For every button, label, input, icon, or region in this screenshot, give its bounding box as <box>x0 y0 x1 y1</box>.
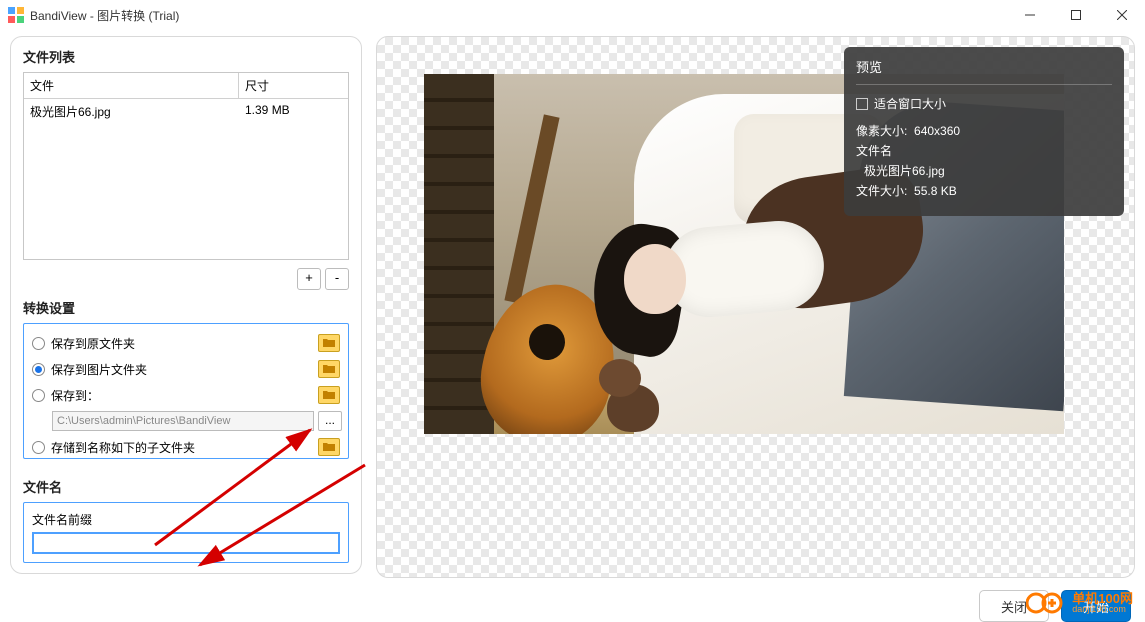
radio-save-to-label: 保存到： <box>51 387 312 404</box>
window-title: BandiView - 图片转换 (Trial) <box>30 7 179 24</box>
filesize-label: 文件大小: <box>856 184 907 198</box>
watermark: 单机100网 danji100.com <box>1026 590 1133 616</box>
file-table: 文件 尺寸 极光图片66.jpg 1.39 MB <box>23 72 349 260</box>
fit-window-checkbox[interactable] <box>856 98 868 110</box>
radio-save-to[interactable] <box>32 389 45 402</box>
filename-label: 文件名 <box>856 142 1112 159</box>
radio-subfolder[interactable] <box>32 441 45 454</box>
file-list-title: 文件列表 <box>23 47 349 66</box>
table-row[interactable]: 极光图片66.jpg 1.39 MB <box>24 99 348 124</box>
pixel-size-label: 像素大小: <box>856 124 907 138</box>
radio-save-orig-label: 保存到原文件夹 <box>51 335 312 352</box>
overlay-title: 预览 <box>856 57 1112 76</box>
radio-save-pictures[interactable] <box>32 363 45 376</box>
close-window-button[interactable] <box>1099 0 1145 30</box>
convert-settings-group: 保存到原文件夹 保存到图片文件夹 保存到： <box>23 323 349 459</box>
minimize-button[interactable] <box>1007 0 1053 30</box>
app-logo-icon <box>8 7 24 23</box>
radio-save-orig[interactable] <box>32 337 45 350</box>
radio-save-pictures-label: 保存到图片文件夹 <box>51 361 312 378</box>
save-path-input[interactable] <box>52 411 314 431</box>
folder-icon[interactable] <box>318 360 340 378</box>
filename-prefix-input[interactable] <box>32 532 340 554</box>
browse-button[interactable]: ... <box>318 411 342 431</box>
pixel-size-value: 640x360 <box>914 124 960 138</box>
titlebar: BandiView - 图片转换 (Trial) <box>0 0 1145 30</box>
folder-icon[interactable] <box>318 334 340 352</box>
add-file-button[interactable]: + <box>297 268 321 290</box>
remove-file-button[interactable]: - <box>325 268 349 290</box>
filename-title: 文件名 <box>23 477 349 496</box>
filesize-value: 55.8 KB <box>914 184 957 198</box>
maximize-button[interactable] <box>1053 0 1099 30</box>
cell-filesize: 1.39 MB <box>239 99 348 124</box>
folder-icon[interactable] <box>318 438 340 456</box>
cell-filename: 极光图片66.jpg <box>24 99 239 124</box>
preview-area: 预览 适合窗口大小 像素大小: 640x360 文件名 极光图片66.jpg 文… <box>376 36 1135 578</box>
watermark-icon <box>1026 590 1066 616</box>
file-list-panel: 文件列表 文件 尺寸 极光图片66.jpg 1.39 MB + - 转换设置 <box>10 36 362 574</box>
watermark-url: danji100.com <box>1072 605 1133 614</box>
prefix-label: 文件名前缀 <box>32 511 340 528</box>
fit-window-label: 适合窗口大小 <box>874 95 946 112</box>
folder-icon[interactable] <box>318 386 340 404</box>
col-header-size[interactable]: 尺寸 <box>239 73 348 98</box>
radio-subfolder-label: 存储到名称如下的子文件夹 <box>51 439 312 456</box>
preview-info-overlay: 预览 适合窗口大小 像素大小: 640x360 文件名 极光图片66.jpg 文… <box>844 47 1124 216</box>
convert-settings-title: 转换设置 <box>23 298 349 317</box>
col-header-file[interactable]: 文件 <box>24 73 239 98</box>
filename-value: 极光图片66.jpg <box>856 162 1112 179</box>
